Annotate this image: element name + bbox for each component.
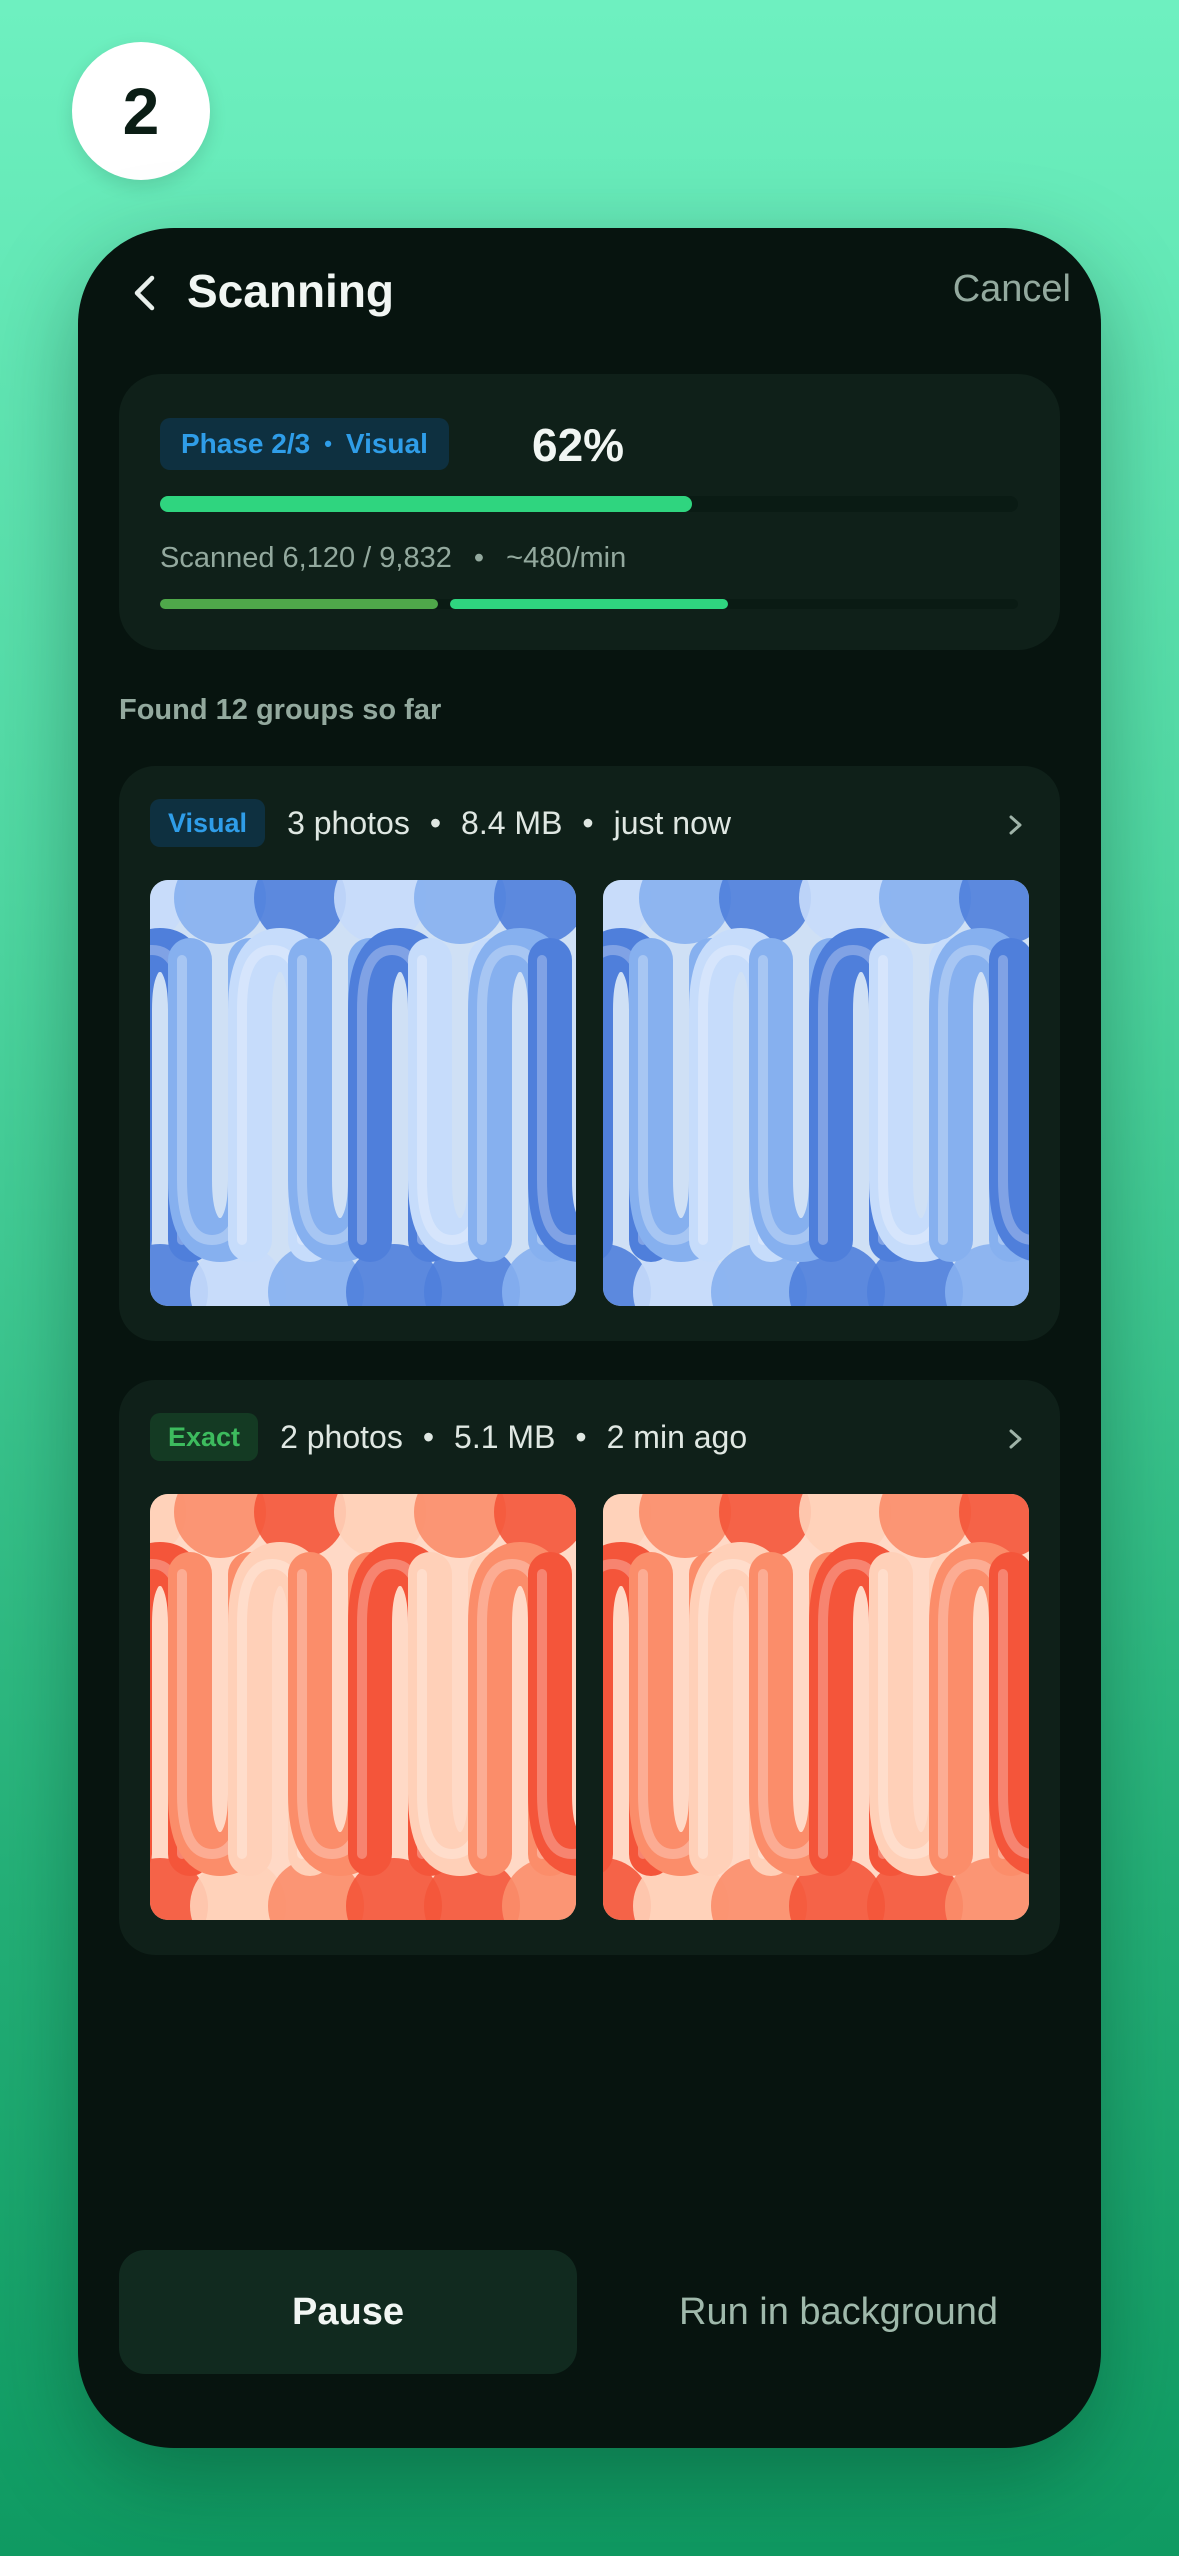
group-header: Exact 2 photos • 5.1 MB • 2 min ago [150,1412,747,1462]
separator-dot: • [429,804,442,841]
chevron-right-icon[interactable] [1005,808,1027,842]
overall-progress-fill [160,496,692,512]
photo-thumbnail[interactable] [150,880,576,1306]
top-bar: Scanning Cancel [78,228,1101,358]
overall-progress-bar [160,496,1018,512]
photo-thumbnail[interactable] [603,880,1029,1306]
scan-rate: ~480/min [506,542,627,574]
run-in-background-button[interactable]: Run in background [618,2250,1059,2374]
chevron-right-icon[interactable] [1005,1422,1027,1456]
scanned-count: Scanned 6,120 / 9,832 • ~480/min [160,542,626,575]
photo-count: 3 photos [287,804,410,841]
match-type-tag: Exact [150,1413,259,1461]
duplicate-group-card[interactable]: Exact 2 photos • 5.1 MB • 2 min ago [119,1380,1060,1955]
step-number-badge: 2 [72,42,210,180]
group-time: just now [613,804,731,841]
group-meta: 3 photos • 8.4 MB • just now [287,805,731,842]
group-size: 5.1 MB [454,1418,556,1455]
phase-segments-bar [160,599,1018,609]
group-time: 2 min ago [606,1418,748,1455]
separator-dot: • [422,1418,435,1455]
group-size: 8.4 MB [461,804,563,841]
photo-count: 2 photos [280,1418,403,1455]
scanned-text: Scanned 6,120 / 9,832 [160,542,452,574]
separator-dot: • [582,804,594,841]
photo-image [150,1494,576,1920]
scan-progress-card: Phase 2/3 • Visual 62% Scanned 6,120 / 9… [119,374,1060,650]
cancel-button[interactable]: Cancel [953,268,1071,311]
found-groups-label: Found 12 groups so far [119,694,442,726]
duplicate-group-card[interactable]: Visual 3 photos • 8.4 MB • just now [119,766,1060,1341]
phase-segment [450,599,728,609]
group-header: Visual 3 photos • 8.4 MB • just now [150,798,731,848]
progress-percent: 62% [532,419,625,471]
separator-dot: • [324,431,332,456]
photo-image [150,880,576,1306]
match-type-tag: Visual [150,799,266,847]
group-meta: 2 photos • 5.1 MB • 2 min ago [280,1419,747,1456]
phase-mode: Visual [345,428,428,459]
separator-dot: • [473,542,485,574]
phase-label: Phase 2/3 [181,428,311,459]
photo-thumbnail[interactable] [150,1494,576,1920]
separator-dot: • [575,1418,587,1455]
phase-segment [160,599,438,609]
photo-image [603,880,1029,1306]
phase-badge: Phase 2/3 • Visual [160,418,449,470]
page-title: Scanning [187,265,395,317]
photo-image [603,1494,1029,1920]
back-chevron-icon[interactable] [120,268,170,318]
pause-button[interactable]: Pause [119,2250,577,2374]
phone-screen: Scanning Cancel Phase 2/3 • Visual 62% S… [78,228,1101,2448]
photo-thumbnail[interactable] [603,1494,1029,1920]
